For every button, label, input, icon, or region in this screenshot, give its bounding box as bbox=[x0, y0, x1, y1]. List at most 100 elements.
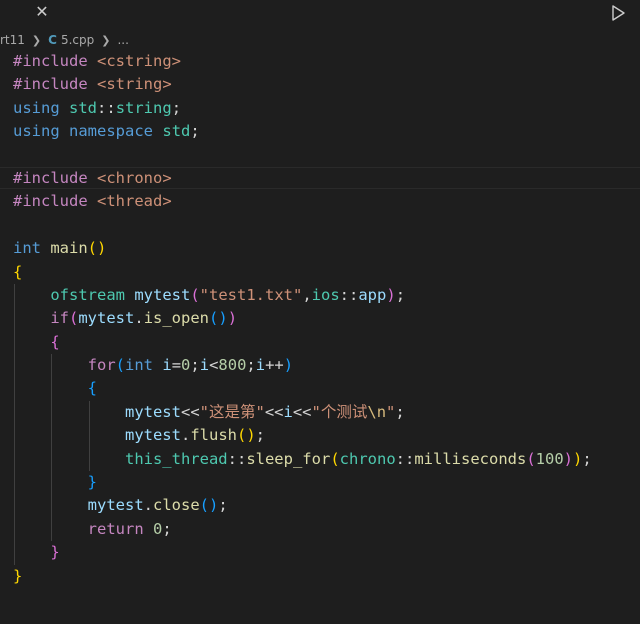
code-token: i bbox=[199, 356, 210, 375]
breadcrumb-symbols[interactable]: ... bbox=[117, 33, 128, 47]
code-token: 800 bbox=[218, 356, 247, 375]
code-token: :: bbox=[339, 285, 359, 304]
code-token: mytest bbox=[87, 496, 144, 515]
indent-guide bbox=[14, 400, 15, 425]
code-token: , bbox=[302, 285, 312, 304]
code-token: mytest bbox=[124, 402, 181, 421]
code-token: 100 bbox=[535, 449, 564, 468]
code-line[interactable]: #include <thread> bbox=[13, 190, 640, 213]
code-line[interactable]: using namespace std; bbox=[13, 120, 640, 143]
code-token: ( bbox=[190, 285, 200, 304]
code-line[interactable]: mytest.close(); bbox=[13, 494, 640, 518]
code-line[interactable]: } bbox=[13, 565, 640, 588]
code-token: . bbox=[134, 309, 144, 328]
code-token: for bbox=[87, 356, 116, 375]
code-line[interactable]: } bbox=[13, 541, 640, 565]
code-line[interactable]: #include <chrono> bbox=[0, 166, 640, 190]
indent-guide bbox=[51, 447, 53, 472]
indent-guide bbox=[14, 307, 15, 331]
code-token: int bbox=[13, 239, 41, 258]
indent-guide bbox=[14, 517, 15, 542]
code-token: ; bbox=[190, 122, 200, 141]
code-token: () bbox=[237, 426, 256, 445]
indent-guide bbox=[14, 447, 15, 472]
code-line[interactable]: { bbox=[13, 261, 640, 284]
code-line[interactable]: for(int i=0;i<800;i++) bbox=[13, 354, 640, 378]
code-token: <cstring> bbox=[97, 52, 181, 70]
code-token: std bbox=[69, 98, 98, 117]
indent-guide bbox=[51, 377, 53, 401]
code-token: :: bbox=[97, 98, 116, 117]
code-token: { bbox=[87, 379, 97, 398]
code-editor[interactable]: #include <cstring> #include <string> using… bbox=[0, 50, 640, 588]
code-token: int bbox=[125, 356, 153, 375]
code-token: std bbox=[162, 122, 191, 141]
code-line[interactable]: #include <string> bbox=[13, 73, 640, 96]
code-token: << bbox=[180, 402, 200, 421]
code-token: << bbox=[292, 402, 312, 421]
code-token: = bbox=[171, 356, 182, 375]
indent-guide bbox=[14, 354, 15, 378]
breadcrumb-file[interactable]: C 5.cpp bbox=[48, 33, 94, 47]
code-token: "这是第" bbox=[199, 402, 265, 421]
code-token: <thread> bbox=[97, 192, 172, 211]
code-token: sleep_for bbox=[246, 449, 331, 468]
code-line[interactable]: mytest.flush(); bbox=[13, 424, 640, 448]
code-token: ofstream bbox=[50, 285, 125, 304]
code-token: :: bbox=[227, 449, 247, 468]
code-token: using bbox=[13, 122, 60, 141]
code-line[interactable]: { bbox=[13, 377, 640, 401]
code-token: flush bbox=[190, 426, 237, 445]
chevron-right-icon: ❯ bbox=[101, 33, 111, 47]
code-token: if bbox=[50, 309, 69, 328]
code-line[interactable]: using std::string; bbox=[13, 97, 640, 120]
code-token: mytest bbox=[124, 426, 181, 445]
code-line[interactable]: #include <cstring> bbox=[13, 50, 640, 73]
code-line[interactable]: mytest<<"这是第"<<i<<"个测试\n"; bbox=[13, 400, 640, 425]
code-line[interactable]: } bbox=[13, 471, 640, 495]
code-token: #include bbox=[13, 75, 88, 94]
breadcrumb-folder[interactable]: rt11 bbox=[0, 33, 25, 47]
code-token: "test1.txt" bbox=[199, 285, 303, 304]
code-token: <string> bbox=[97, 75, 172, 94]
indent-guide bbox=[14, 330, 15, 355]
code-line[interactable]: { bbox=[13, 330, 640, 355]
code-token: #include bbox=[13, 192, 88, 211]
code-token: ( bbox=[330, 449, 340, 468]
indent-guide bbox=[51, 400, 53, 425]
code-token: ios bbox=[311, 285, 340, 304]
code-line[interactable]: this_thread::sleep_for(chrono::milliseco… bbox=[13, 447, 640, 472]
code-token: #include bbox=[13, 52, 88, 70]
code-line[interactable]: if(mytest.is_open()) bbox=[13, 307, 640, 331]
code-token: i bbox=[283, 402, 293, 421]
code-line[interactable] bbox=[13, 144, 640, 167]
close-icon[interactable]: ✕ bbox=[34, 2, 50, 22]
code-token: 0 bbox=[153, 519, 163, 538]
code-line[interactable]: return 0; bbox=[13, 517, 640, 542]
code-token: } bbox=[87, 473, 97, 492]
code-token: ( bbox=[526, 449, 536, 468]
code-token: app bbox=[358, 285, 387, 304]
editor-window: ✕ rt11 ❯ C 5.cpp ❯ ... #include <cstring>… bbox=[0, 0, 640, 624]
code-token: ( bbox=[69, 309, 79, 328]
indent-guide bbox=[51, 354, 53, 378]
code-token: ; bbox=[395, 402, 405, 421]
code-token: ; bbox=[218, 496, 228, 515]
run-triangle-icon[interactable] bbox=[608, 3, 628, 23]
code-line[interactable]: int main() bbox=[13, 237, 640, 260]
code-line[interactable] bbox=[13, 214, 640, 237]
code-line[interactable]: ofstream mytest("test1.txt",ios::app); bbox=[13, 283, 640, 308]
code-token: close bbox=[153, 496, 200, 515]
